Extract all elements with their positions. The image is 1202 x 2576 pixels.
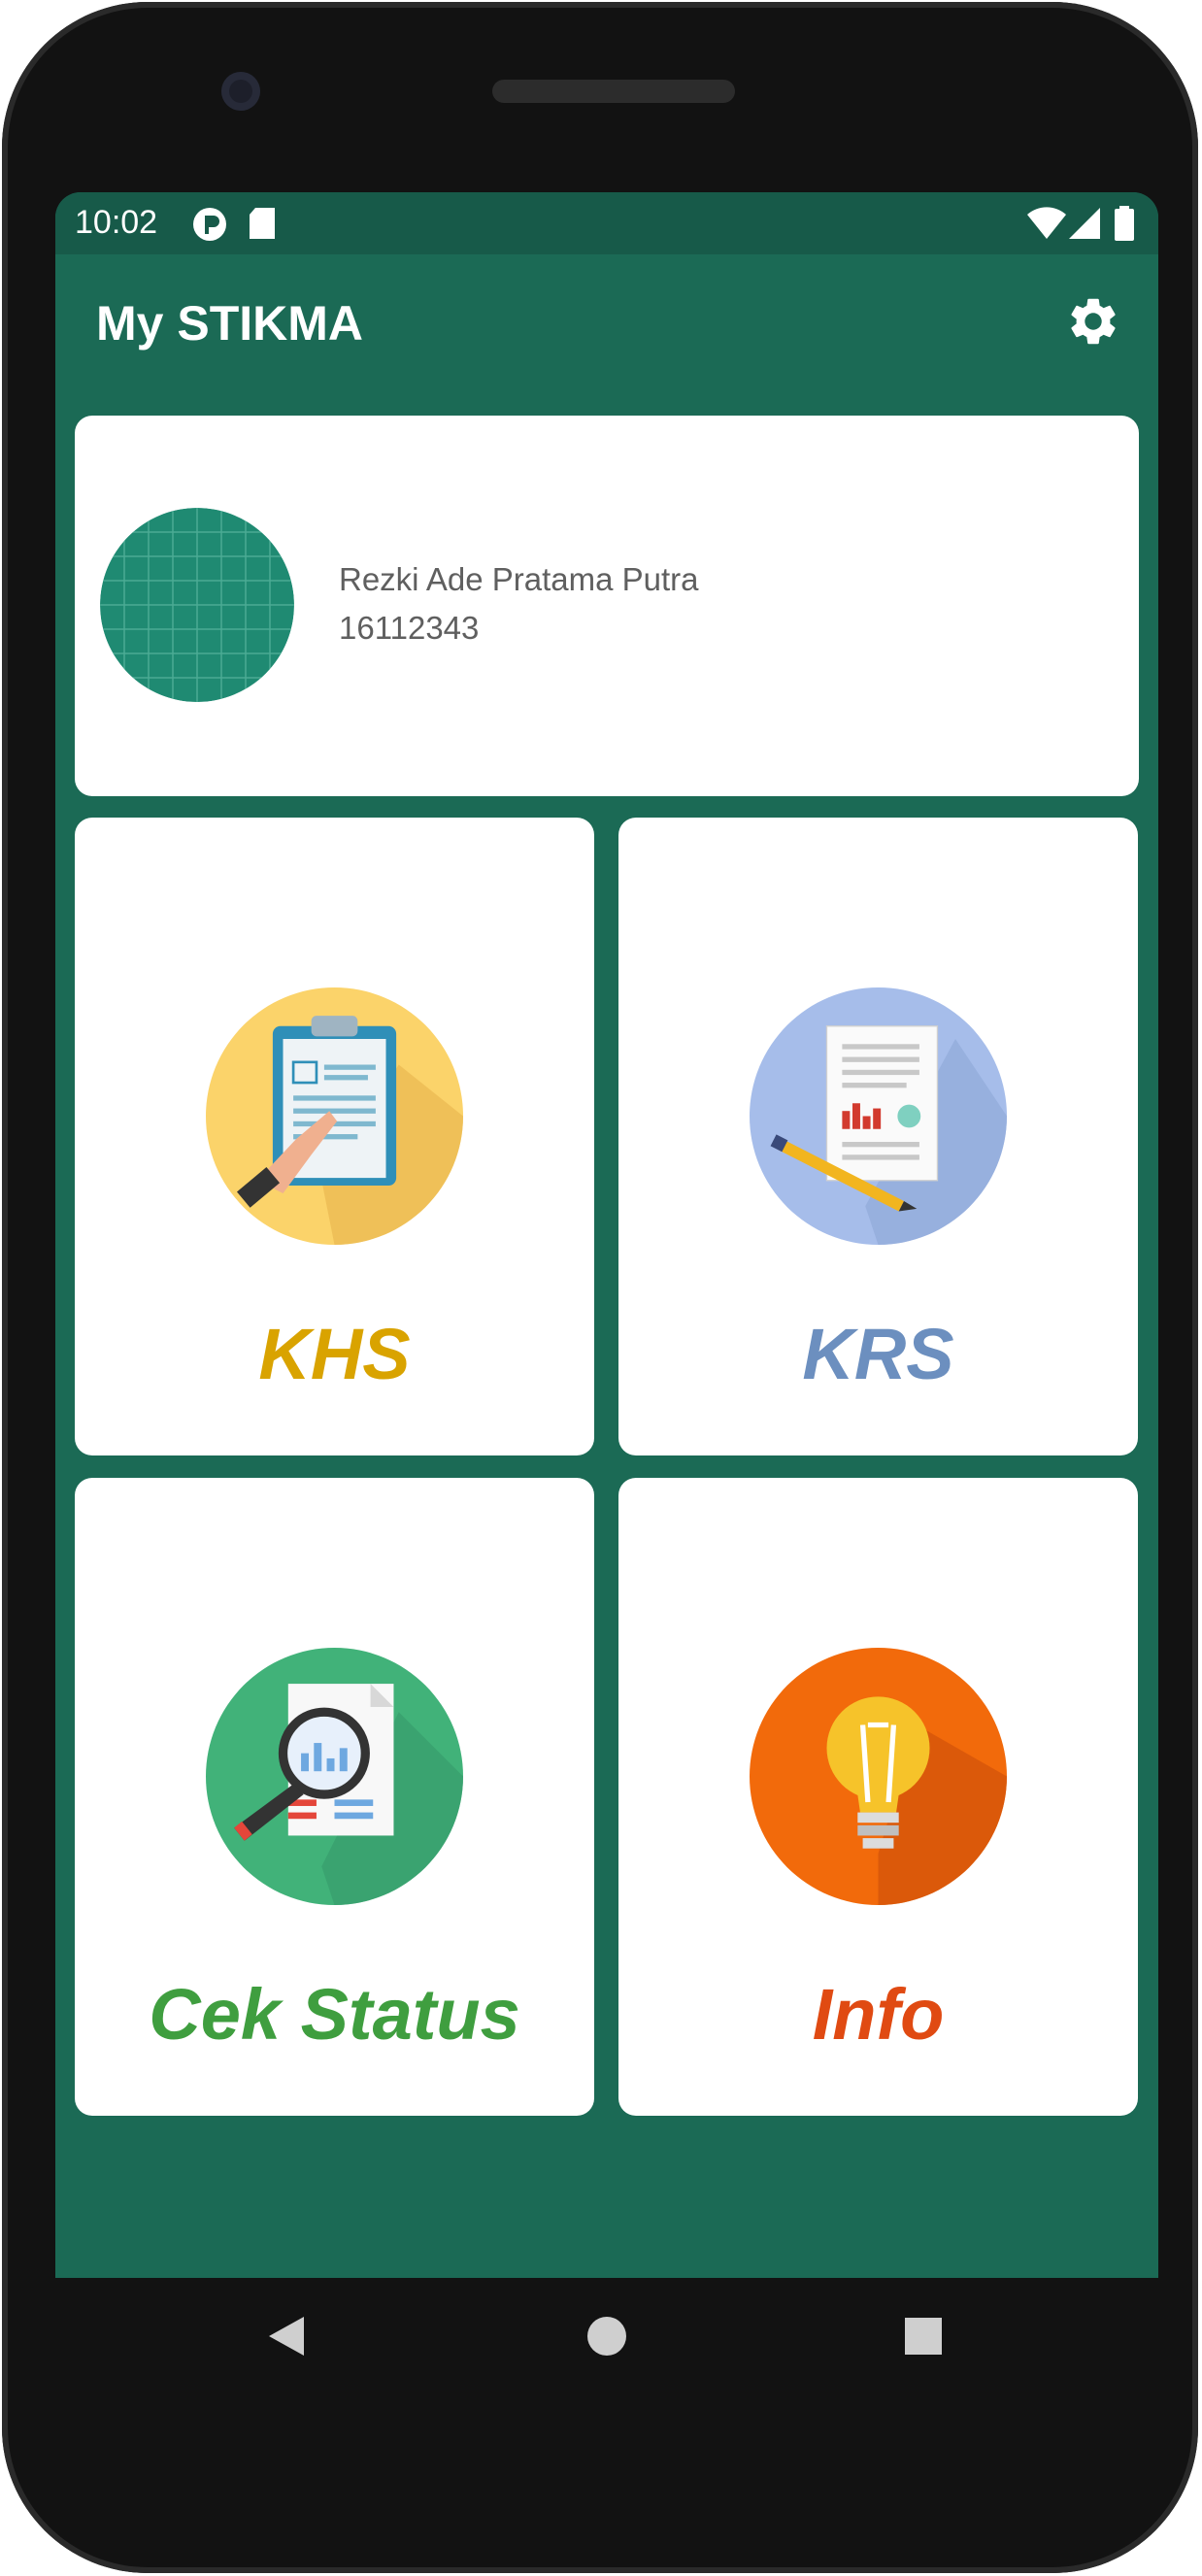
lightbulb-icon	[750, 1648, 1007, 1905]
cek-status-tile[interactable]: Cek Status	[75, 1478, 594, 2116]
info-label: Info	[812, 1974, 945, 2055]
home-icon[interactable]	[585, 2313, 628, 2359]
status-time: 10:02	[75, 204, 158, 241]
avatar	[100, 508, 294, 702]
gear-icon[interactable]	[1065, 293, 1121, 350]
clipboard-icon	[206, 987, 463, 1245]
document-chart-icon	[750, 987, 1007, 1245]
front-camera	[221, 72, 260, 111]
khs-label: KHS	[258, 1314, 411, 1394]
signal-icon	[1069, 208, 1100, 239]
khs-tile[interactable]: KHS	[75, 818, 594, 1455]
app-bar: My STIKMA	[55, 254, 1158, 390]
navigation-bar	[55, 2278, 1158, 2394]
krs-label: KRS	[802, 1314, 954, 1394]
sd-card-icon	[250, 208, 275, 239]
student-id: 16112343	[339, 610, 480, 646]
student-name: Rezki Ade Pratama Putra	[339, 561, 699, 597]
profile-card[interactable]: Rezki Ade Pratama Putra 16112343	[75, 416, 1139, 796]
cek-status-label: Cek Status	[149, 1974, 520, 2055]
phone-frame: 10:02 My STIKMA Rezki Ade Pratama Putra …	[2, 2, 1198, 2573]
app-screen: 10:02 My STIKMA Rezki Ade Pratama Putra …	[55, 192, 1158, 2278]
magnifier-report-icon	[206, 1648, 463, 1905]
krs-tile[interactable]: KRS	[618, 818, 1138, 1455]
app-notification-icon	[193, 208, 226, 241]
back-icon[interactable]	[265, 2313, 308, 2359]
battery-icon	[1115, 206, 1134, 241]
status-bar: 10:02	[55, 192, 1158, 254]
wifi-icon	[1027, 207, 1066, 239]
info-tile[interactable]: Info	[618, 1478, 1138, 2116]
earpiece-speaker	[492, 80, 735, 103]
app-title: My STIKMA	[96, 296, 363, 351]
recents-icon[interactable]	[902, 2313, 945, 2359]
